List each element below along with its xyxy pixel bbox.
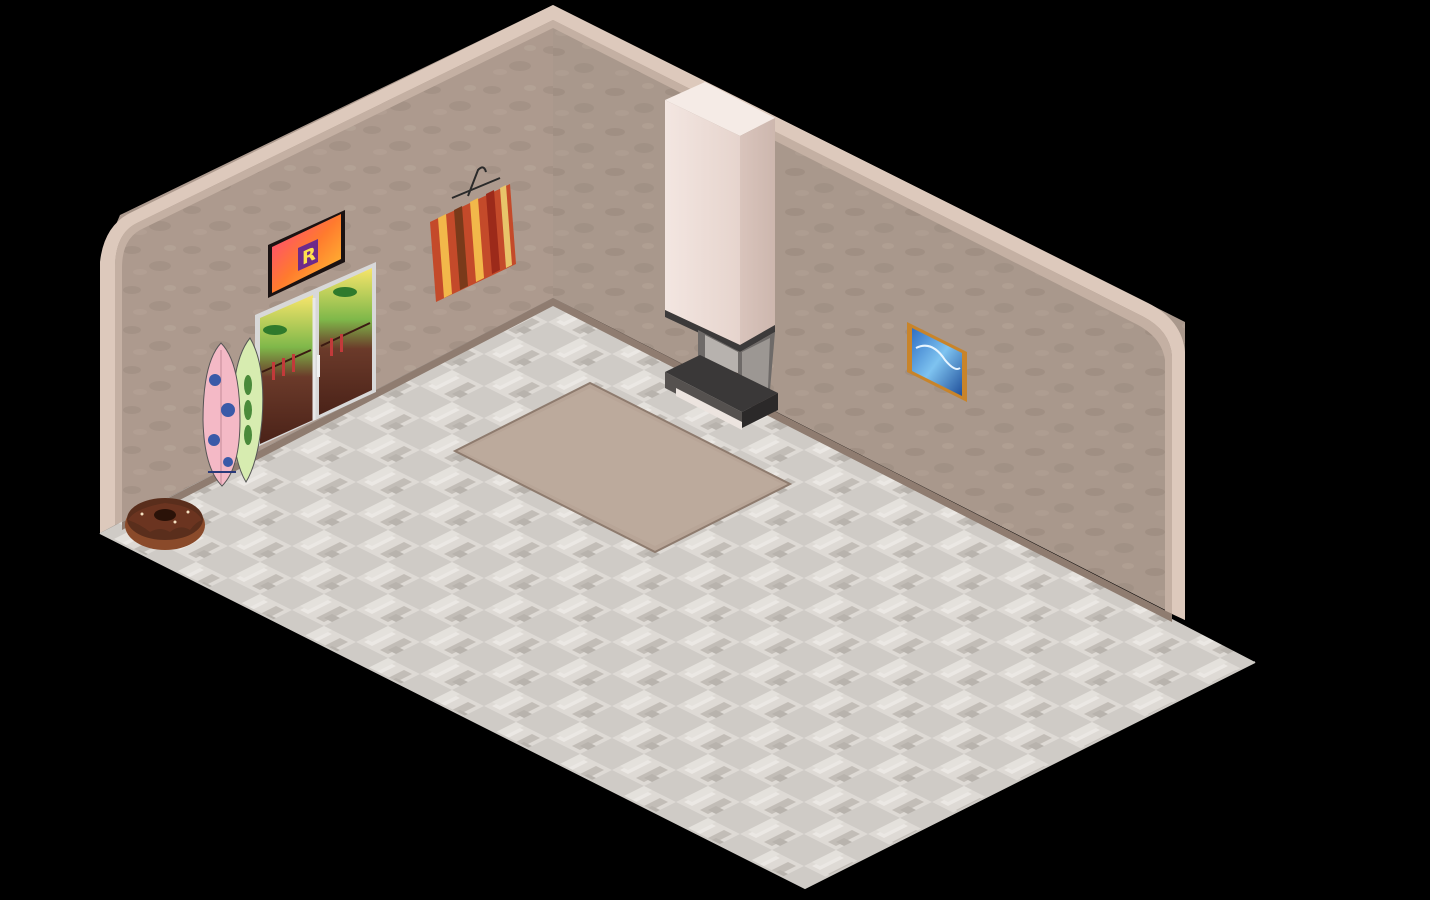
isometric-room[interactable]: R xyxy=(0,0,1430,900)
chimney-fireplace-icon[interactable] xyxy=(665,82,778,430)
chocolate-donut-icon[interactable] xyxy=(125,498,205,550)
room-view[interactable]: R xyxy=(0,0,1430,900)
